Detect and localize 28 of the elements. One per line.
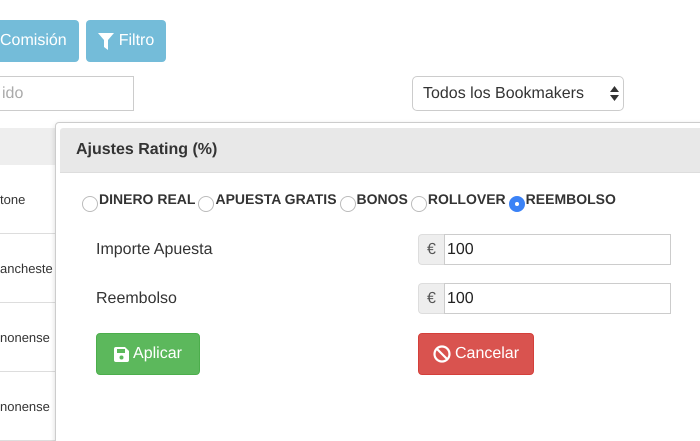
table-cell: tone xyxy=(0,192,26,206)
table-cell: ancheste xyxy=(0,260,53,276)
radio-option[interactable]: BONOS xyxy=(340,191,408,212)
radio-button[interactable] xyxy=(340,196,356,212)
search-field[interactable]: ido xyxy=(0,76,134,111)
filter-icon xyxy=(98,32,114,50)
sort-caret-icon xyxy=(610,86,619,101)
currency-addon: € xyxy=(418,283,444,314)
radio-option[interactable]: ROLLOVER xyxy=(410,191,506,212)
ban-icon xyxy=(433,345,451,363)
cancel-button[interactable]: Cancelar xyxy=(418,333,534,375)
amount-field[interactable]: 100 xyxy=(444,234,671,265)
amount-field[interactable]: 100 xyxy=(444,283,671,314)
radio-button[interactable] xyxy=(410,196,427,212)
table-cell: nonense xyxy=(0,330,50,344)
radio-button[interactable] xyxy=(82,196,98,212)
field-label: Importe Apuesta xyxy=(96,240,214,258)
radio-option[interactable]: DINERO REAL xyxy=(82,191,196,212)
radio-option[interactable]: REEMBOLSO xyxy=(508,191,616,212)
bookmaker-select[interactable]: Todos los Bookmakers xyxy=(412,76,624,111)
radio-button[interactable] xyxy=(198,196,214,212)
table-cell: nonense xyxy=(0,398,50,414)
currency-addon: € xyxy=(418,234,444,265)
field-label: Reembolso xyxy=(96,290,178,308)
table-header xyxy=(0,128,55,165)
popover-title: Ajustes Rating (%) xyxy=(60,128,700,173)
radio-option[interactable]: APUESTA GRATIS xyxy=(198,191,337,212)
radio-button[interactable] xyxy=(508,196,525,212)
